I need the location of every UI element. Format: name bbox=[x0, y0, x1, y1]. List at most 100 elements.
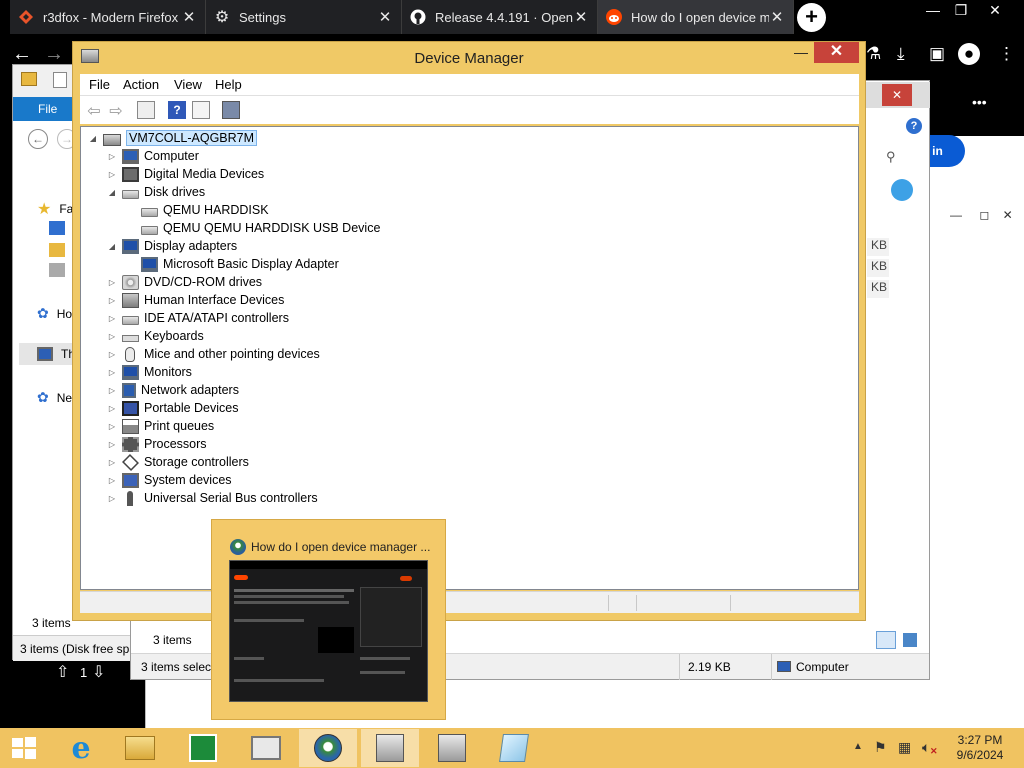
tree-node[interactable]: ▷ Portable Devices bbox=[107, 399, 239, 417]
collapse-arrow-icon[interactable]: ◢ bbox=[107, 188, 117, 197]
sidebar-icon[interactable]: ▣ bbox=[929, 44, 945, 64]
internet-explorer-button[interactable]: e bbox=[52, 729, 110, 767]
menu-action[interactable]: Action bbox=[123, 77, 159, 92]
tab-close-button[interactable]: ✕ bbox=[573, 8, 589, 26]
device-manager-button-2[interactable] bbox=[423, 729, 481, 767]
details-view-icon[interactable] bbox=[876, 631, 896, 649]
tree-node[interactable]: ▷ IDE ATA/ATAPI controllers bbox=[107, 309, 289, 327]
help-icon[interactable]: ? bbox=[906, 118, 922, 134]
show-hidden-icons-icon[interactable]: ▲ bbox=[853, 741, 863, 752]
large-icons-view-icon[interactable] bbox=[903, 633, 917, 647]
tab-settings[interactable]: ⚙ Settings ✕ bbox=[206, 0, 402, 34]
tree-node[interactable]: ▷ Computer bbox=[107, 147, 199, 165]
download-icon[interactable]: ⤓ bbox=[897, 44, 905, 64]
expand-arrow-icon[interactable]: ▷ bbox=[107, 296, 117, 305]
tree-node[interactable]: ▷ Network adapters bbox=[107, 381, 239, 399]
notepad-button[interactable] bbox=[485, 729, 543, 767]
menu-view[interactable]: View bbox=[174, 77, 202, 92]
expand-arrow-icon[interactable]: ▷ bbox=[107, 404, 117, 413]
tab-r3dfox[interactable]: r3dfox - Modern Firefox ✕ bbox=[10, 0, 206, 34]
nav-downloads[interactable] bbox=[49, 243, 65, 257]
nav-recent[interactable] bbox=[49, 263, 65, 277]
minimize-icon[interactable]: — bbox=[950, 208, 962, 222]
expand-arrow-icon[interactable]: ▷ bbox=[107, 494, 117, 503]
down-arrow-icon[interactable]: ⇩ bbox=[92, 662, 105, 682]
tree-node[interactable]: ▷ Mice and other pointing devices bbox=[107, 345, 320, 363]
more-options-icon[interactable]: ••• bbox=[972, 94, 987, 110]
show-hide-console-tree-icon[interactable] bbox=[137, 101, 155, 119]
tree-root[interactable]: ◢ VM7COLL-AQGBR7M bbox=[88, 129, 258, 147]
nav-this-pc[interactable]: Th bbox=[37, 347, 75, 361]
nav-network[interactable]: ✿ Ne bbox=[37, 389, 72, 406]
properties-icon[interactable] bbox=[53, 72, 67, 88]
tab-github-release[interactable]: Release 4.4.191 · Open- ✕ bbox=[402, 0, 598, 34]
up-arrow-icon[interactable]: ⇧ bbox=[56, 662, 69, 682]
nav-favorites[interactable]: ★ Fa bbox=[37, 199, 73, 219]
back-icon[interactable]: ← bbox=[28, 129, 48, 149]
expand-arrow-icon[interactable]: ▷ bbox=[107, 386, 117, 395]
device-manager-button[interactable] bbox=[361, 729, 419, 767]
tree-node[interactable]: ▷ System devices bbox=[107, 471, 232, 489]
preview-thumbnail[interactable] bbox=[229, 560, 428, 702]
tree-node[interactable]: ▷ Digital Media Devices bbox=[107, 165, 264, 183]
tab-close-button[interactable]: ✕ bbox=[181, 8, 197, 26]
collapse-arrow-icon[interactable]: ◢ bbox=[88, 134, 98, 143]
maximize-icon[interactable]: ◻ bbox=[979, 208, 989, 222]
expand-arrow-icon[interactable]: ▷ bbox=[107, 314, 117, 323]
close-button[interactable]: ✕ bbox=[814, 42, 859, 63]
file-explorer-button[interactable] bbox=[111, 729, 169, 767]
taskbar-thumbnail-preview[interactable]: How do I open device manager ... bbox=[211, 519, 446, 720]
nav-desktop[interactable] bbox=[49, 221, 65, 235]
tree-node[interactable]: ◢ Disk drives bbox=[107, 183, 205, 201]
scan-hardware-icon[interactable] bbox=[222, 101, 240, 119]
tree-node[interactable]: QEMU QEMU HARDDISK USB Device bbox=[126, 219, 380, 237]
close-icon[interactable]: ✕ bbox=[882, 84, 912, 106]
close-icon[interactable]: ✕ bbox=[1003, 208, 1013, 222]
tree-node[interactable]: ◢ Display adapters bbox=[107, 237, 237, 255]
tree-node[interactable]: ▷ DVD/CD-ROM drives bbox=[107, 273, 262, 291]
expand-arrow-icon[interactable]: ▷ bbox=[107, 422, 117, 431]
sync-icon[interactable] bbox=[891, 179, 913, 201]
menu-kebab-icon[interactable]: ⋮ bbox=[998, 44, 1015, 64]
expand-arrow-icon[interactable]: ▷ bbox=[107, 350, 117, 359]
search-icon[interactable]: ⚲ bbox=[886, 149, 896, 165]
minimize-icon[interactable]: — bbox=[788, 42, 814, 63]
expand-arrow-icon[interactable]: ▷ bbox=[107, 332, 117, 341]
network-status-icon[interactable]: ▦ bbox=[898, 739, 911, 756]
new-tab-button[interactable]: + bbox=[797, 3, 826, 32]
tree-node[interactable]: ▷ Keyboards bbox=[107, 327, 204, 345]
minimize-icon[interactable]: — bbox=[918, 0, 948, 22]
back-arrow-icon[interactable]: ⇦ bbox=[85, 101, 103, 120]
help-icon[interactable]: ? bbox=[168, 101, 186, 119]
close-icon[interactable]: ✕ bbox=[980, 0, 1010, 22]
expand-arrow-icon[interactable]: ▷ bbox=[107, 458, 117, 467]
forward-arrow-icon[interactable]: ⇨ bbox=[107, 101, 125, 120]
nav-homegroup[interactable]: ✿ Ho bbox=[37, 305, 72, 322]
flask-icon[interactable]: ⚗ bbox=[866, 44, 881, 64]
properties-icon[interactable] bbox=[192, 101, 210, 119]
menu-help[interactable]: Help bbox=[215, 77, 242, 92]
restore-icon[interactable]: ❐ bbox=[946, 0, 976, 22]
account-icon[interactable]: ● bbox=[958, 43, 980, 65]
tree-node[interactable]: QEMU HARDDISK bbox=[126, 201, 269, 219]
browser-button[interactable] bbox=[299, 729, 357, 767]
action-center-flag-icon[interactable]: ⚑ bbox=[874, 739, 887, 756]
tree-node[interactable]: ▷ Universal Serial Bus controllers bbox=[107, 489, 318, 507]
tree-node[interactable]: ▷ Monitors bbox=[107, 363, 192, 381]
expand-arrow-icon[interactable]: ▷ bbox=[107, 170, 117, 179]
expand-arrow-icon[interactable]: ▷ bbox=[107, 278, 117, 287]
tree-node[interactable]: ▷ Storage controllers bbox=[107, 453, 249, 471]
expand-arrow-icon[interactable]: ▷ bbox=[107, 368, 117, 377]
title-bar[interactable]: Device Manager — ◻ ✕ bbox=[73, 42, 865, 74]
forward-arrow-icon[interactable]: → bbox=[44, 43, 64, 66]
file-tab[interactable]: File bbox=[38, 102, 57, 116]
task-manager-button[interactable] bbox=[237, 729, 295, 767]
expand-arrow-icon[interactable]: ▷ bbox=[107, 476, 117, 485]
tree-node[interactable]: ▷ Processors bbox=[107, 435, 207, 453]
tab-reddit[interactable]: How do I open device m ✕ bbox=[598, 0, 794, 34]
tab-close-button[interactable]: ✕ bbox=[769, 8, 785, 26]
tab-close-button[interactable]: ✕ bbox=[377, 8, 393, 26]
expand-arrow-icon[interactable]: ▷ bbox=[107, 152, 117, 161]
start-button[interactable] bbox=[0, 729, 48, 767]
tree-node[interactable]: ▷ Print queues bbox=[107, 417, 214, 435]
